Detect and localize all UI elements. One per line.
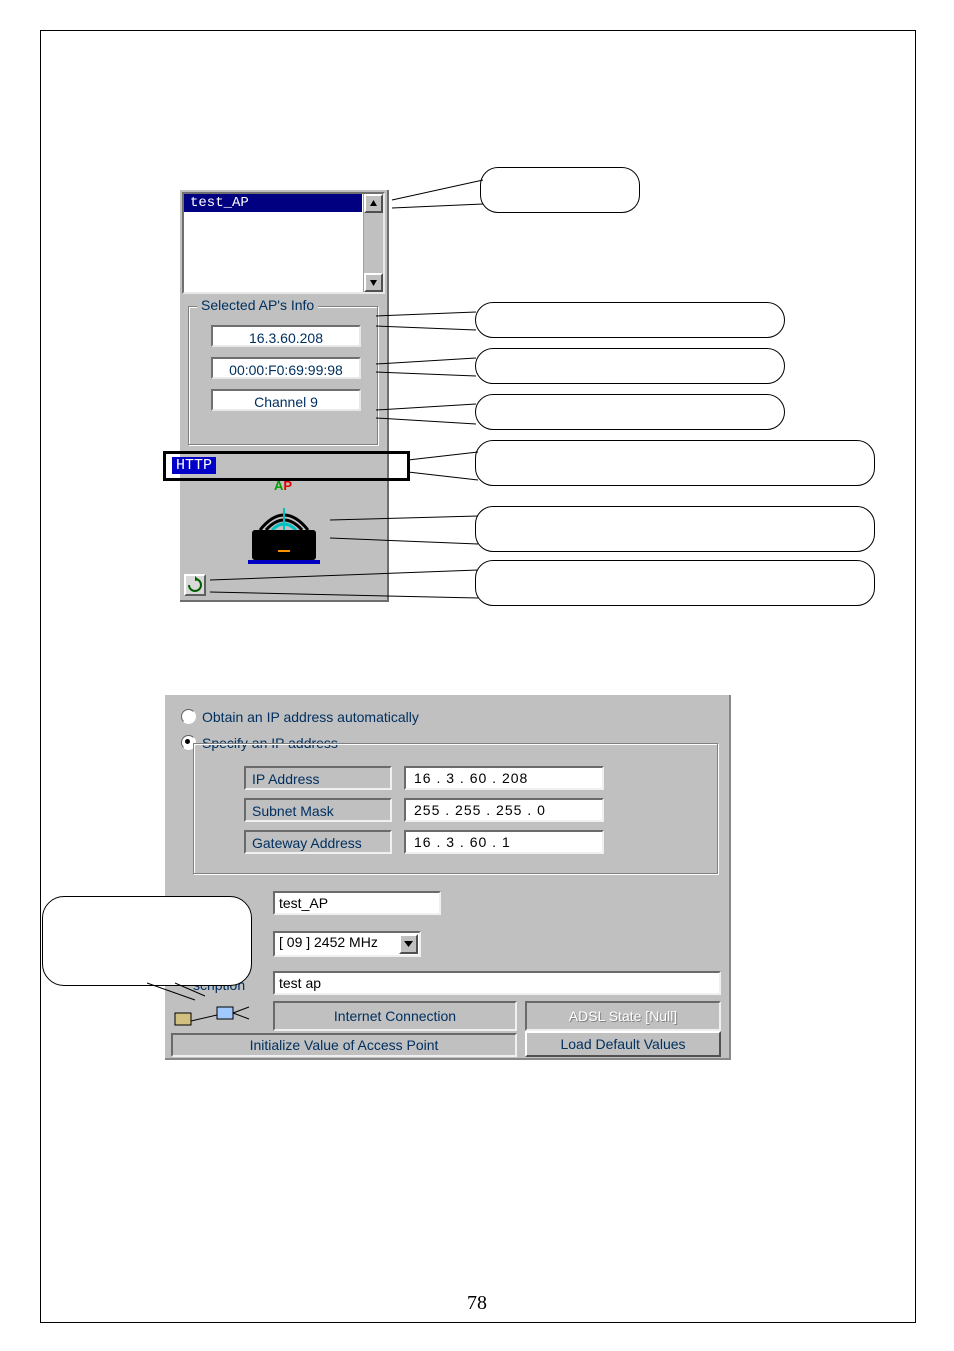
ap-mac-field: 00:00:F0:69:99:98 bbox=[211, 357, 361, 379]
callout-lower bbox=[42, 896, 252, 986]
ip-settings-panel: Obtain an IP address automatically Speci… bbox=[165, 695, 731, 1060]
load-defaults-button[interactable]: Load Default Values bbox=[525, 1031, 721, 1057]
essid-input[interactable]: test_AP bbox=[273, 891, 441, 915]
refresh-icon[interactable] bbox=[184, 574, 206, 596]
callout-5 bbox=[475, 440, 875, 486]
gateway-address-label: Gateway Address bbox=[244, 830, 392, 854]
ap-ip-field: 16.3.60.208 bbox=[211, 325, 361, 347]
group-legend: Selected AP's Info bbox=[197, 297, 318, 313]
adsl-state-button: ADSL State [Null] bbox=[525, 1001, 721, 1031]
ip-address-label: IP Address bbox=[244, 766, 392, 790]
scroll-up-button[interactable] bbox=[364, 194, 383, 213]
ip-address-group: IP Address 16 . 3 . 60 . 208 Subnet Mask… bbox=[193, 743, 719, 875]
internet-connection-button[interactable]: Internet Connection bbox=[273, 1001, 517, 1031]
listbox-scrollbar[interactable] bbox=[363, 194, 383, 292]
http-highlight-box: HTTP bbox=[163, 451, 410, 481]
ip-address-input[interactable]: 16 . 3 . 60 . 208 bbox=[404, 766, 604, 790]
gateway-address-input[interactable]: 16 . 3 . 60 . 1 bbox=[404, 830, 604, 854]
callout-1 bbox=[480, 167, 640, 213]
selected-ap-info-group: Selected AP's Info 16.3.60.208 00:00:F0:… bbox=[188, 306, 379, 446]
radio-icon bbox=[181, 709, 196, 724]
ap-list-item[interactable]: test_AP bbox=[184, 194, 362, 212]
network-icon bbox=[171, 1003, 267, 1031]
page-number: 78 bbox=[0, 1292, 954, 1315]
ap-sidebar-panel: test_AP Selected AP's Info 16.3.60.208 0… bbox=[180, 190, 389, 602]
subnet-mask-label: Subnet Mask bbox=[244, 798, 392, 822]
ap-device-icon: AP bbox=[228, 480, 338, 570]
ap-listbox[interactable]: test_AP bbox=[182, 192, 385, 294]
radio-obtain-ip[interactable]: Obtain an IP address automatically bbox=[181, 709, 419, 725]
ap-channel-field: Channel 9 bbox=[211, 389, 361, 411]
subnet-mask-input[interactable]: 255 . 255 . 255 . 0 bbox=[404, 798, 604, 822]
dropdown-button[interactable] bbox=[399, 934, 418, 954]
callout-3 bbox=[475, 348, 785, 384]
initialize-ap-button[interactable]: Initialize Value of Access Point bbox=[171, 1033, 517, 1057]
callout-7 bbox=[475, 560, 875, 606]
channel-dropdown-value: [ 09 ] 2452 MHz bbox=[279, 934, 378, 950]
callout-6 bbox=[475, 506, 875, 552]
http-label[interactable]: HTTP bbox=[172, 457, 216, 474]
scroll-down-button[interactable] bbox=[364, 273, 383, 292]
callout-2 bbox=[475, 302, 785, 338]
description-input[interactable]: test ap bbox=[273, 971, 721, 995]
channel-dropdown[interactable]: [ 09 ] 2452 MHz bbox=[273, 931, 421, 957]
callout-4 bbox=[475, 394, 785, 430]
